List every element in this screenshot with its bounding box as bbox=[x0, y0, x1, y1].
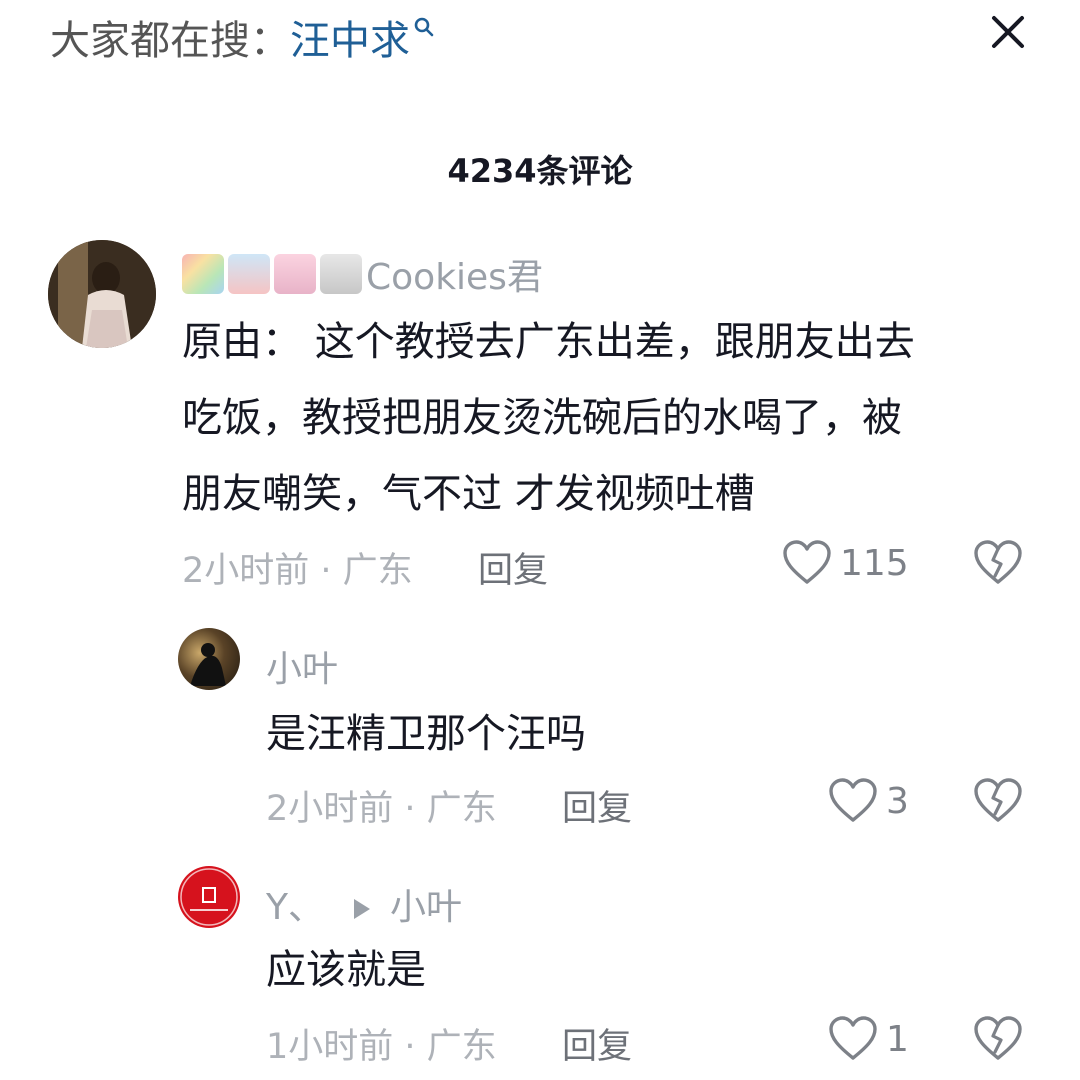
reply-text: 是汪精卫那个汪吗 bbox=[266, 711, 586, 757]
dislike-button[interactable] bbox=[974, 540, 1022, 590]
reply-username[interactable]: Y、 bbox=[266, 887, 324, 928]
dislike-button[interactable] bbox=[974, 778, 1022, 828]
reply-button[interactable]: 回复 bbox=[562, 780, 632, 831]
reply-username[interactable]: 小叶 bbox=[266, 640, 338, 692]
roller-coaster-icon bbox=[228, 254, 270, 294]
search-prefix-label: 大家都在搜： bbox=[50, 18, 290, 64]
heart-icon bbox=[829, 778, 877, 822]
close-icon[interactable] bbox=[988, 12, 1028, 52]
comment-line: 吃饭，教授把朋友烫洗碗后的水喝了，被 bbox=[182, 395, 902, 441]
comment-line: 朋友嘲笑，气不过 才发视频吐槽 bbox=[182, 471, 755, 517]
broken-heart-icon bbox=[974, 778, 1022, 822]
broken-heart-icon bbox=[974, 1016, 1022, 1060]
reply-time-location: 2小时前 · 广东 bbox=[266, 789, 497, 829]
carousel-horse-icon bbox=[274, 254, 316, 294]
play-arrow-icon bbox=[354, 899, 370, 919]
user-badges bbox=[182, 254, 362, 294]
search-icon bbox=[412, 8, 436, 38]
reply-time-location: 1小时前 · 广东 bbox=[266, 1027, 497, 1067]
reply-to-username[interactable]: 小叶 bbox=[390, 887, 462, 928]
comment-count: 4234条评论 bbox=[447, 152, 633, 190]
like-count: 115 bbox=[840, 542, 909, 584]
reply-button[interactable]: 回复 bbox=[562, 1018, 632, 1069]
broken-heart-icon bbox=[974, 540, 1022, 584]
like-count: 1 bbox=[886, 1018, 909, 1060]
dislike-button[interactable] bbox=[974, 1016, 1022, 1066]
comment-line: 原由： 这个教授去广东出差，跟朋友出去 bbox=[182, 319, 915, 365]
rainbow-icon bbox=[182, 254, 224, 294]
like-button[interactable]: 115 bbox=[782, 540, 909, 586]
like-button[interactable]: 3 bbox=[828, 778, 909, 824]
comment-time-location: 2小时前 · 广东 bbox=[182, 551, 413, 591]
heart-icon bbox=[829, 1016, 877, 1060]
avatar[interactable] bbox=[178, 628, 240, 690]
search-keyword-link[interactable]: 汪中求 bbox=[290, 18, 410, 64]
classical-building-icon bbox=[320, 254, 362, 294]
comment-text: 原由： 这个教授去广东出差，跟朋友出去 吃饭，教授把朋友烫洗碗后的水喝了，被 朋… bbox=[182, 304, 1022, 532]
avatar[interactable] bbox=[178, 866, 240, 928]
username-text: Cookies君 bbox=[366, 257, 543, 298]
like-button[interactable]: 1 bbox=[828, 1016, 909, 1062]
like-count: 3 bbox=[886, 780, 909, 822]
avatar[interactable] bbox=[48, 240, 156, 348]
reply-text: 应该就是 bbox=[266, 947, 426, 993]
heart-icon bbox=[783, 540, 831, 584]
reply-username-line: Y、 小叶 bbox=[266, 878, 462, 930]
search-suggestion[interactable]: 大家都在搜：汪中求 bbox=[50, 8, 436, 66]
reply-button[interactable]: 回复 bbox=[478, 542, 548, 593]
comment-username[interactable]: Cookies君 bbox=[182, 248, 543, 300]
